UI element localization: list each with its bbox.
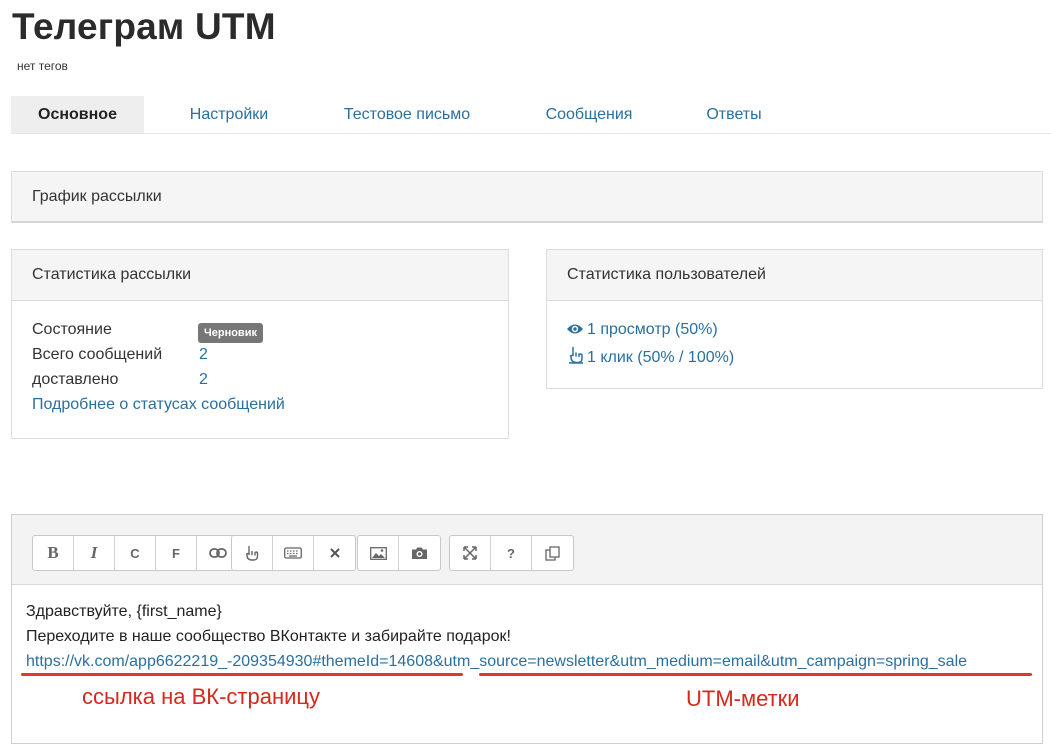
tab-bar: Основное Настройки Тестовое письмо Сообщ…	[11, 96, 1051, 134]
italic-button[interactable]: I	[74, 536, 115, 570]
photo-button[interactable]	[399, 536, 440, 570]
image-icon	[369, 546, 387, 560]
vk-link-annotation: ссылка на ВК-страницу	[82, 684, 321, 709]
mailing-stats-panel: Статистика рассылки Состояние Черновик В…	[11, 249, 509, 439]
delivered-label: доставлено	[32, 371, 119, 388]
utm-annotation: UTM-метки	[686, 686, 800, 711]
close-icon	[329, 548, 340, 558]
link-icon	[208, 548, 227, 558]
page-title: Телеграм UTM	[12, 6, 276, 47]
vk-link-underline	[21, 673, 463, 676]
pointer-hand-icon	[569, 346, 583, 364]
bold-button[interactable]: B	[33, 536, 74, 570]
schedule-panel: График рассылки	[11, 171, 1043, 223]
tab-messages[interactable]: Сообщения	[500, 96, 678, 133]
editor-content[interactable]: Здравствуйте, {first_name} Переходите в …	[26, 599, 967, 674]
question-icon: ?	[507, 545, 515, 561]
total-messages-label: Всего сообщений	[32, 346, 163, 363]
strikethrough-button[interactable]: C	[115, 536, 156, 570]
tab-test-email[interactable]: Тестовое письмо	[314, 96, 500, 133]
status-badge: Черновик	[198, 323, 263, 343]
buttons-group	[231, 535, 356, 571]
clicks-link[interactable]: 1 клик (50% / 100%)	[568, 346, 734, 367]
views-text: 1 просмотр (50%)	[587, 321, 718, 338]
schedule-title[interactable]: График рассылки	[12, 172, 1042, 221]
expand-icon	[463, 546, 477, 560]
tab-main[interactable]: Основное	[11, 96, 144, 133]
greeting-line: Здравствуйте, {first_name}	[26, 603, 222, 620]
copy-icon	[545, 545, 560, 561]
keyboard-icon	[284, 547, 302, 559]
inline-button-button[interactable]	[232, 536, 273, 570]
help-button[interactable]: ?	[491, 536, 532, 570]
utm-underline	[479, 673, 1032, 676]
clicks-text: 1 клик (50% / 100%)	[587, 349, 735, 366]
image-button[interactable]	[358, 536, 399, 570]
body-line: Переходите в наше сообщество ВКонтакте и…	[26, 628, 511, 645]
format-group: B I C F	[32, 535, 239, 571]
remove-keyboard-button[interactable]	[314, 536, 355, 570]
user-stats-title: Статистика пользователей	[547, 250, 1042, 301]
misc-group: ?	[449, 535, 574, 571]
eye-icon	[567, 324, 583, 334]
delivered-value[interactable]: 2	[199, 371, 208, 389]
tab-settings[interactable]: Настройки	[144, 96, 314, 133]
monospace-button[interactable]: F	[156, 536, 197, 570]
mailing-stats-title: Статистика рассылки	[12, 250, 508, 301]
status-details-link[interactable]: Подробнее о статусах сообщений	[32, 396, 285, 414]
pointer-hand-icon	[245, 545, 259, 561]
editor-toolbar: B I C F ?	[12, 515, 1042, 585]
media-group	[357, 535, 441, 571]
tags-label: нет тегов	[17, 59, 68, 73]
copy-button[interactable]	[532, 536, 573, 570]
camera-icon	[412, 547, 427, 559]
status-label: Состояние	[32, 321, 112, 338]
message-url[interactable]: https://vk.com/app6622219_-209354930#the…	[26, 649, 967, 674]
total-messages-value[interactable]: 2	[199, 346, 208, 364]
keyboard-button[interactable]	[273, 536, 314, 570]
user-stats-panel: Статистика пользователей 1 просмотр (50%…	[546, 249, 1043, 389]
views-link[interactable]: 1 просмотр (50%)	[566, 321, 718, 339]
tab-replies[interactable]: Ответы	[678, 96, 790, 133]
fullscreen-button[interactable]	[450, 536, 491, 570]
